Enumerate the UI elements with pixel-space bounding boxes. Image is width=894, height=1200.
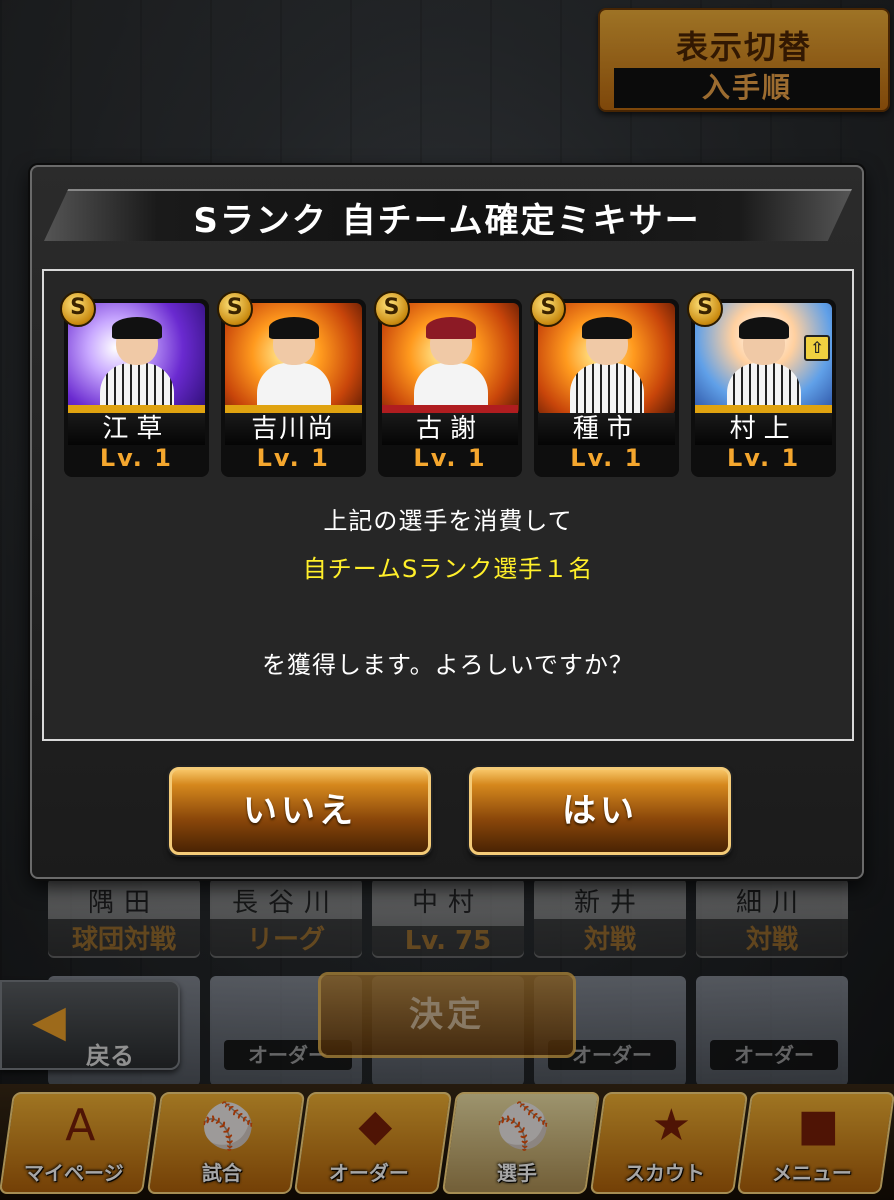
upgrade-arrow-icon: ⇧ bbox=[803, 335, 830, 361]
message-highlight-reward: 自チームSランク選手１名 bbox=[302, 555, 594, 583]
s-rank-badge-icon: S bbox=[687, 291, 724, 327]
player-level: Lv. 1 bbox=[570, 444, 644, 472]
player-figure bbox=[727, 317, 802, 415]
player-name: 村上 bbox=[695, 413, 832, 445]
card-stripe bbox=[381, 405, 519, 413]
player-level: Lv. 1 bbox=[413, 444, 487, 472]
player-card[interactable]: S 種市 Lv. 1 bbox=[530, 291, 680, 477]
player-card[interactable]: S 古謝 Lv. 1 bbox=[373, 291, 523, 477]
card-stripe bbox=[68, 405, 205, 413]
no-button[interactable]: いいえ bbox=[169, 767, 431, 855]
consumed-player-cards: S 江草 Lv. 1 S 吉川尚 Lv. 1 S 古謝 Lv. 1 S 種市 L… bbox=[60, 291, 836, 479]
player-card[interactable]: S 江草 Lv. 1 bbox=[60, 291, 209, 477]
card-stripe bbox=[538, 405, 675, 413]
player-name: 古謝 bbox=[381, 413, 519, 445]
player-level: Lv. 1 bbox=[256, 444, 330, 472]
player-level: Lv. 1 bbox=[99, 444, 173, 472]
player-figure bbox=[100, 317, 174, 415]
player-level: Lv. 1 bbox=[727, 444, 801, 472]
yes-button[interactable]: はい bbox=[469, 767, 731, 855]
s-rank-badge-icon: S bbox=[216, 291, 253, 327]
message-line-confirm: を獲得します。よろしいですか？ bbox=[262, 651, 634, 679]
message-line-consume: 上記の選手を消費して bbox=[323, 507, 573, 535]
s-rank-badge-icon: S bbox=[373, 291, 410, 327]
player-card[interactable]: ⇧ S 村上 Lv. 1 bbox=[687, 291, 836, 477]
player-name: 吉川尚 bbox=[224, 413, 362, 445]
card-stripe bbox=[695, 405, 832, 413]
dialog-title: Sランク 自チーム確定ミキサー bbox=[193, 201, 701, 241]
card-stripe bbox=[224, 405, 362, 413]
player-figure bbox=[256, 317, 331, 415]
player-figure bbox=[570, 317, 645, 415]
player-card[interactable]: S 吉川尚 Lv. 1 bbox=[216, 291, 366, 477]
player-name: 江草 bbox=[68, 413, 205, 445]
dialog-content-panel: S 江草 Lv. 1 S 吉川尚 Lv. 1 S 古謝 Lv. 1 S 種市 L… bbox=[42, 269, 854, 741]
s-rank-badge-icon: S bbox=[60, 291, 96, 327]
player-figure bbox=[413, 317, 488, 415]
player-name: 種市 bbox=[538, 413, 676, 445]
mixer-confirm-dialog: Sランク 自チーム確定ミキサー S 江草 Lv. 1 S 吉川尚 Lv. 1 S… bbox=[30, 165, 864, 879]
